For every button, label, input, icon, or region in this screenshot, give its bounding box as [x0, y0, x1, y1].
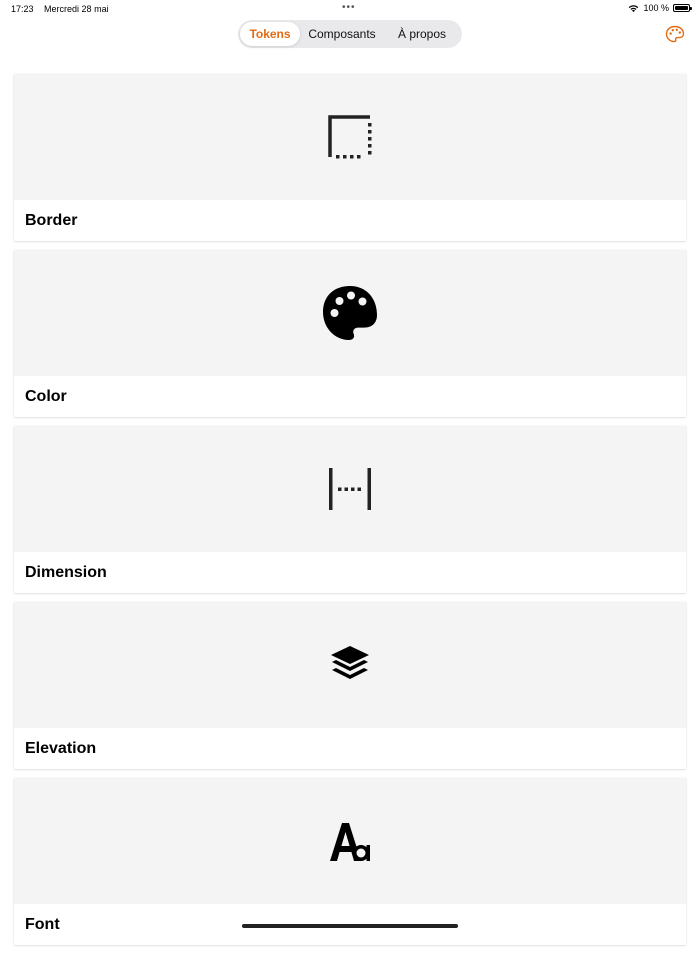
battery-percent: 100 % [643, 3, 669, 13]
card-elevation[interactable]: Elevation [14, 602, 686, 769]
card-media [14, 778, 686, 904]
card-color[interactable]: Color [14, 250, 686, 417]
status-right: 100 % [628, 3, 692, 13]
multitask-dots[interactable]: ••• [342, 2, 356, 13]
card-dimension[interactable]: Dimension [14, 426, 686, 593]
layers-icon [331, 646, 369, 679]
card-media [14, 74, 686, 200]
segmented-control: Tokens Composants À propos [238, 20, 462, 48]
card-font[interactable]: Font [14, 778, 686, 945]
card-media [14, 250, 686, 376]
palette-icon [665, 25, 685, 43]
font-icon [330, 823, 370, 861]
theme-palette-button[interactable] [665, 25, 685, 43]
status-left: 17:23 Mercredi 28 mai [11, 4, 117, 14]
card-border[interactable]: Border [14, 74, 686, 241]
card-media [14, 426, 686, 552]
status-date: Mercredi 28 mai [44, 4, 109, 14]
status-time: 17:23 [11, 4, 34, 14]
card-media [14, 602, 686, 728]
tab-tokens[interactable]: Tokens [240, 22, 300, 46]
token-category-list: Border Color Dimension Elevation Font [14, 74, 686, 954]
battery-icon [673, 4, 692, 12]
card-title: Elevation [25, 740, 97, 757]
status-bar: 17:23 Mercredi 28 mai ••• 100 % [0, 0, 700, 17]
card-title: Font [25, 916, 60, 933]
card-title: Color [25, 388, 67, 405]
dimension-icon [329, 468, 371, 510]
palette-icon [323, 286, 377, 340]
tab-a-propos[interactable]: À propos [384, 22, 460, 46]
border-icon [328, 115, 372, 159]
home-indicator[interactable] [242, 924, 458, 928]
tab-composants[interactable]: Composants [300, 22, 384, 46]
card-title: Dimension [25, 564, 107, 581]
card-title: Border [25, 212, 78, 229]
wifi-icon [629, 4, 639, 12]
